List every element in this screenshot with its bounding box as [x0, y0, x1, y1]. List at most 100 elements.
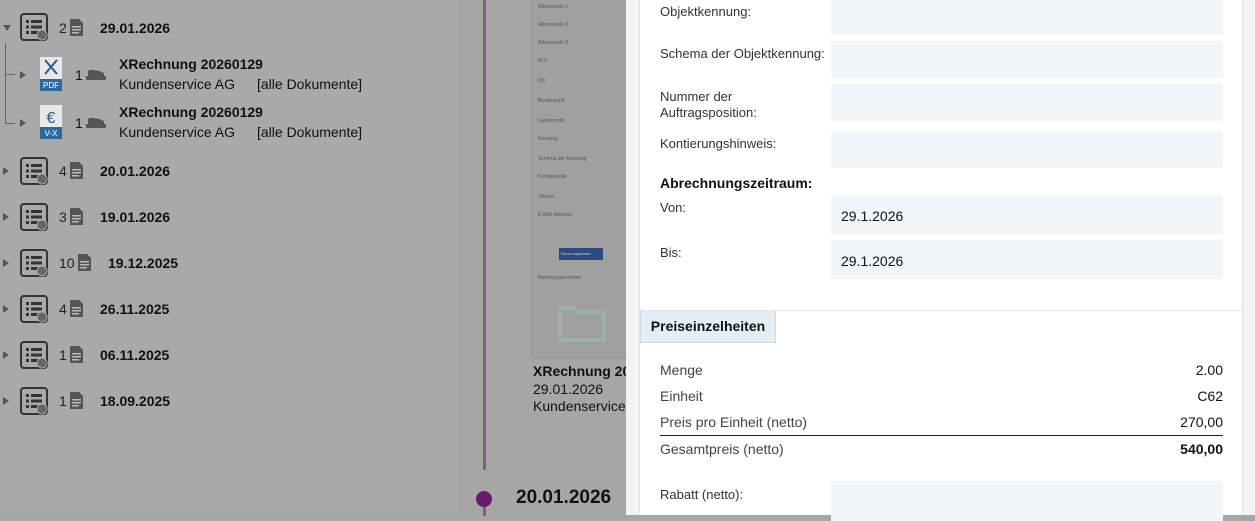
objektkennung-field[interactable]	[831, 0, 1223, 35]
timeline-line	[483, 0, 486, 470]
tree-group-06112025[interactable]: 1 06.11.2025	[0, 340, 460, 370]
chevron-right-icon[interactable]	[3, 259, 9, 267]
kontierung-label: Kontierungshinweis:	[660, 136, 777, 151]
chevron-right-icon[interactable]	[3, 305, 9, 313]
document-icon	[70, 346, 83, 363]
svg-text:PDF: PDF	[43, 81, 59, 90]
bis-value: 29.1.2026	[841, 253, 904, 269]
document-icon	[70, 19, 83, 36]
timeline-panel: Adresszeile 1 Adresszeile 2 Adresszeile …	[460, 0, 631, 516]
list-stack-icon	[20, 295, 48, 323]
all-documents-link[interactable]: [alle Dokumente]	[257, 76, 362, 92]
group-count: 10	[59, 255, 75, 271]
von-field[interactable]: 29.1.2026	[831, 195, 1223, 234]
chevron-right-icon[interactable]	[3, 167, 9, 175]
tree-group-26112025[interactable]: 4 26.11.2025	[0, 294, 460, 324]
group-date: 06.11.2025	[100, 347, 170, 363]
group-date: 18.09.2025	[100, 393, 171, 409]
tree-item-xrechnung-pdf[interactable]: PDF 1 XRechnung 20260129 Kundenservice A…	[0, 56, 460, 100]
group-date: 19.12.2025	[108, 255, 179, 271]
list-stack-icon	[20, 157, 48, 185]
document-icon	[70, 162, 83, 179]
child-count: 1	[75, 67, 83, 83]
card-company: Kundenservice	[533, 398, 626, 414]
chevron-right-icon[interactable]	[3, 213, 9, 221]
chevron-right-icon[interactable]	[3, 397, 9, 405]
rabatt-field[interactable]	[831, 481, 1223, 521]
folder-icon	[558, 306, 606, 342]
child-title: XRechnung 20260129	[119, 56, 263, 72]
invoice-detail-form: Objektkennung: Schema der Objektkennung:…	[639, 0, 1243, 521]
svg-text:€: €	[47, 110, 56, 127]
group-date: 29.01.2026	[100, 20, 171, 36]
tree-item-xrechnung-xml[interactable]: € V-X 1 XRechnung 20260129 Kundenservice…	[0, 104, 460, 148]
child-company: Kundenservice AG	[119, 76, 235, 92]
chevron-right-icon[interactable]	[20, 119, 26, 127]
tree-group-19012026[interactable]: 3 19.01.2026	[0, 202, 460, 232]
schema-label: Schema der Objektkennung:	[660, 46, 825, 61]
menge-value: 2.00	[1195, 362, 1223, 378]
list-stack-icon	[20, 203, 48, 231]
document-tree: 2 29.01.2026 PDF 1 XRechnung 20260129 Ku…	[0, 0, 460, 515]
menge-row: Menge 2.00	[660, 362, 1223, 378]
group-count: 4	[59, 301, 67, 317]
bis-label: Bis:	[660, 245, 682, 260]
timeline-date: 20.01.2026	[516, 487, 612, 508]
group-count: 1	[59, 393, 67, 409]
group-count: 3	[59, 209, 67, 225]
list-stack-icon	[20, 13, 48, 41]
menge-label: Menge	[660, 362, 703, 378]
tab-preiseinzelheiten[interactable]: Preiseinzelheiten	[640, 311, 776, 343]
preis-row: Preis pro Einheit (netto) 270,00	[660, 414, 1223, 430]
all-documents-link[interactable]: [alle Dokumente]	[257, 124, 362, 140]
tree-group-19122025[interactable]: 10 19.12.2025	[0, 248, 460, 278]
detail-panel: Objektkennung: Schema der Objektkennung:…	[626, 0, 1255, 521]
tree-group-18092025[interactable]: 1 18.09.2025	[0, 386, 460, 416]
objektkennung-label: Objektkennung:	[660, 4, 752, 19]
list-stack-icon	[20, 341, 48, 369]
einheit-label: Einheit	[660, 388, 703, 404]
gesamt-label: Gesamtpreis (netto)	[660, 441, 784, 457]
schema-field[interactable]	[831, 41, 1223, 78]
list-stack-icon	[20, 249, 48, 277]
document-icon	[70, 392, 83, 409]
document-icon	[70, 208, 83, 225]
abrechnungszeitraum-heading: Abrechnungszeitraum:	[660, 175, 813, 191]
chevron-down-icon[interactable]	[3, 25, 11, 31]
kontierung-field[interactable]	[831, 131, 1223, 168]
group-date: 20.01.2026	[100, 163, 171, 179]
preis-label: Preis pro Einheit (netto)	[660, 414, 808, 430]
nummer-field[interactable]	[831, 84, 1223, 121]
chevron-right-icon[interactable]	[3, 351, 9, 359]
child-title: XRechnung 20260129	[119, 104, 263, 120]
chevron-right-icon[interactable]	[20, 71, 26, 79]
document-icon	[70, 300, 83, 317]
tree-group-20012026[interactable]: 4 20.01.2026	[0, 156, 460, 186]
gesamt-row: Gesamtpreis (netto) 540,00	[660, 441, 1223, 457]
xrechnung-icon: € V-X	[40, 105, 62, 139]
stapler-icon	[86, 69, 106, 80]
einheit-row: Einheit C62	[660, 388, 1223, 404]
group-count: 4	[59, 163, 67, 179]
nummer-label: Nummer der Auftragsposition:	[660, 89, 757, 120]
timeline-dot	[476, 491, 492, 507]
child-company: Kundenservice AG	[119, 124, 235, 140]
list-stack-icon	[20, 387, 48, 415]
stapler-icon	[86, 117, 106, 128]
von-label: Von:	[660, 200, 687, 215]
preis-value: 270,00	[1180, 414, 1223, 430]
card-date: 29.01.2026	[533, 381, 604, 397]
group-count: 1	[59, 347, 67, 363]
gesamt-value: 540,00	[1180, 441, 1223, 457]
group-count: 2	[59, 20, 67, 36]
svg-text:V-X: V-X	[45, 129, 59, 138]
document-icon	[78, 254, 91, 271]
bis-field[interactable]: 29.1.2026	[831, 240, 1223, 279]
einheit-value: C62	[1197, 388, 1223, 404]
group-date: 26.11.2025	[100, 301, 170, 317]
pdf-icon: PDF	[40, 57, 62, 91]
child-count: 1	[75, 115, 83, 131]
card-title: XRechnung 20	[533, 363, 631, 379]
rabatt-label: Rabatt (netto):	[660, 487, 744, 502]
von-value: 29.1.2026	[841, 208, 904, 224]
